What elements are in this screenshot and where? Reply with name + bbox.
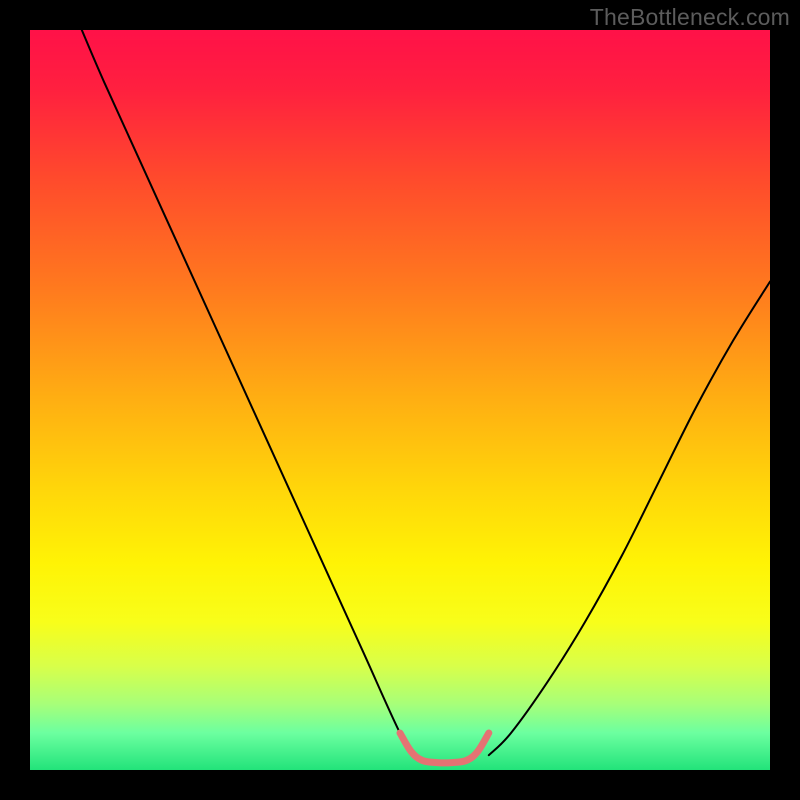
curves-layer (30, 30, 770, 770)
plot-area (30, 30, 770, 770)
series-right-branch (489, 282, 770, 756)
chart-frame: TheBottleneck.com (0, 0, 800, 800)
watermark-text: TheBottleneck.com (590, 4, 790, 31)
series-valley-highlight (400, 733, 489, 763)
series-left-branch (82, 30, 415, 755)
